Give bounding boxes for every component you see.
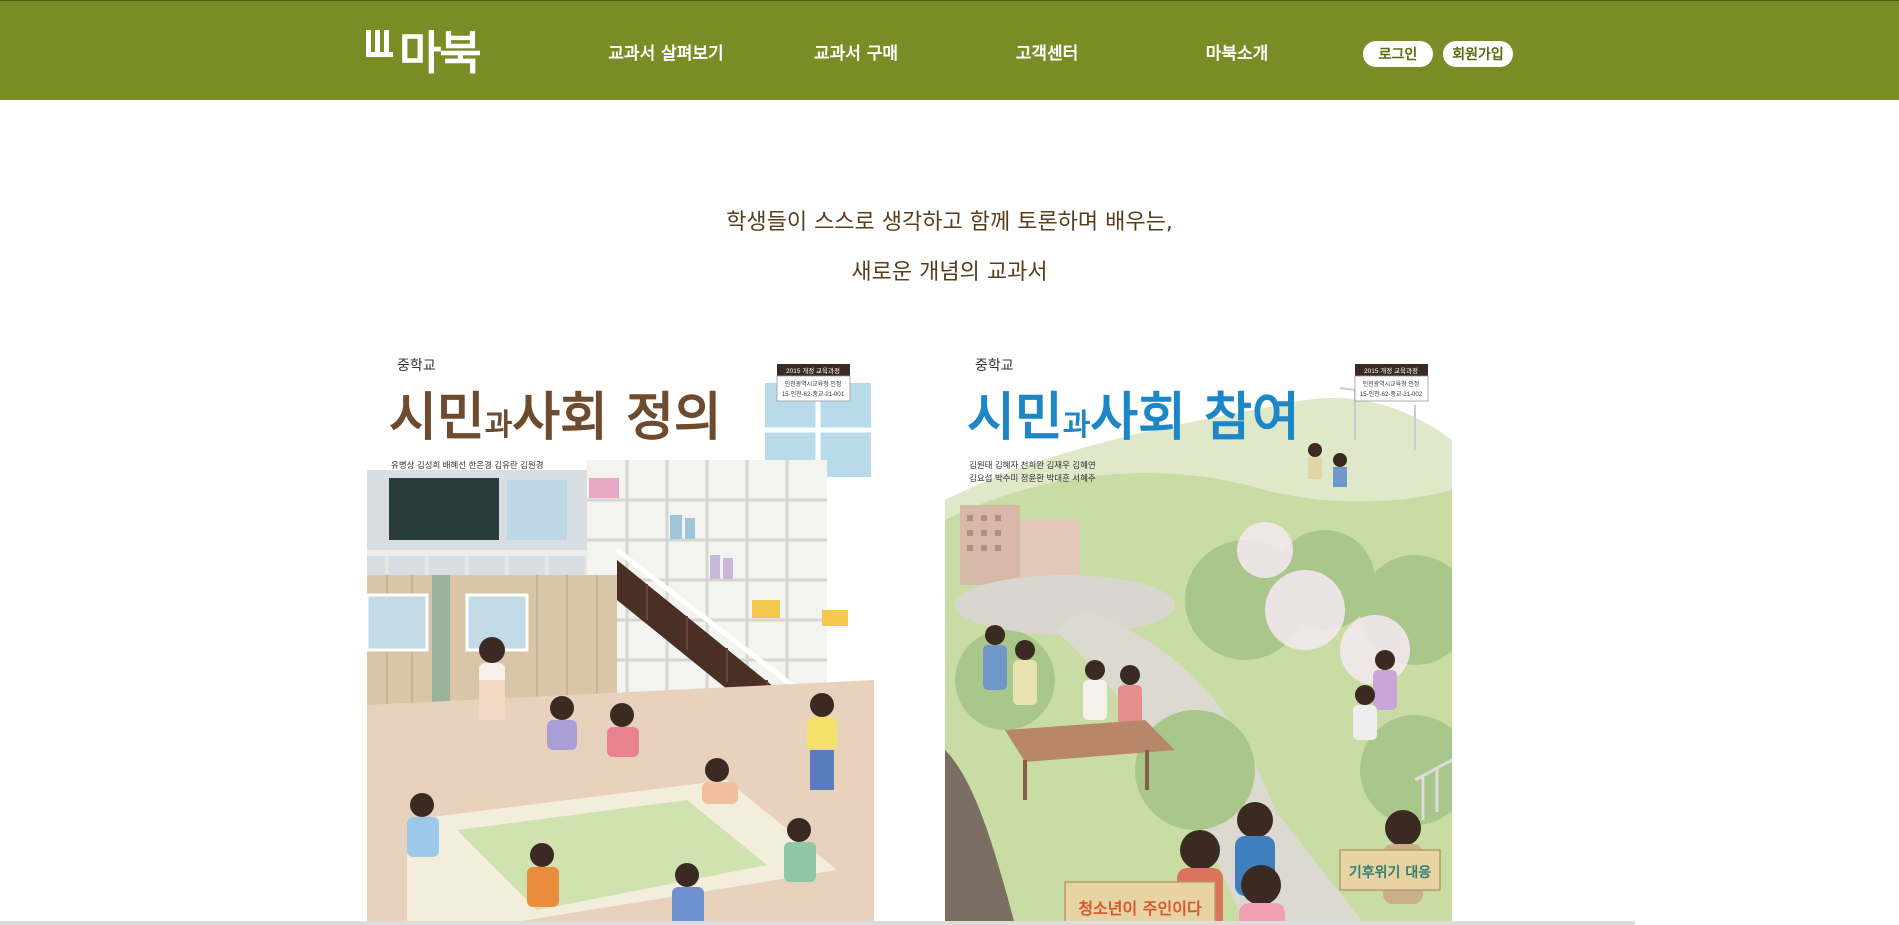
nav-textbook-browse[interactable]: 교과서 살펴보기 bbox=[608, 39, 723, 64]
book-cover-civic-justice[interactable]: 중학교 시민과사회 정의 유병상 김성희 배혜선 한은경 김유란 김원경 201… bbox=[367, 350, 874, 925]
book-title: 시민과사회 참여 bbox=[967, 388, 1300, 448]
tagline-line-1: 학생들이 스스로 생각하고 함께 토론하며 배우는, bbox=[726, 210, 1173, 235]
book-title: 시민과사회 정의 bbox=[389, 388, 722, 448]
protest-sign-text-1: 기후위기 대응 bbox=[1349, 865, 1431, 881]
signup-button[interactable]: 회원가입 bbox=[1443, 41, 1513, 67]
protest-sign-text-2: 청소년이 주인이다 bbox=[1078, 899, 1202, 918]
site-logo[interactable]: 마북 bbox=[366, 23, 482, 80]
book-level-label: 중학교 bbox=[397, 357, 436, 373]
book-authors: 유병상 김성희 배혜선 한은경 김유란 김원경 bbox=[391, 460, 544, 470]
curriculum-badge-title: 2015 개정 교육과정 bbox=[786, 366, 840, 375]
book-authors-line-2: 김요섭 박수미 정윤환 박대훈 서혜주 bbox=[969, 473, 1096, 483]
login-button[interactable]: 로그인 bbox=[1363, 41, 1433, 67]
curriculum-badge-line-1: 인천광역시교육청 인정 bbox=[1363, 380, 1420, 388]
curriculum-badge-line-2: 15-인천-62-중교-21-002 bbox=[1360, 390, 1423, 398]
horizontal-scrollbar[interactable] bbox=[0, 921, 1635, 925]
curriculum-badge-line-2: 15-인천-62-중교-21-001 bbox=[782, 390, 845, 398]
curriculum-badge-line-1: 인천광역시교육청 인정 bbox=[785, 380, 842, 388]
nav-about-mabook[interactable]: 마북소개 bbox=[1206, 39, 1269, 64]
logo-mark-icon bbox=[366, 30, 393, 57]
curriculum-badge-title: 2015 개정 교육과정 bbox=[1364, 366, 1418, 375]
book-authors-line-1: 김원태 김혜자 천희완 김재우 김혜연 bbox=[969, 460, 1096, 470]
nav-customer-center[interactable]: 고객센터 bbox=[1016, 39, 1079, 64]
tagline-line-2: 새로운 개념의 교과서 bbox=[851, 260, 1048, 285]
book-cover-illustration: 기후위기 대응 청소년이 주인이다 중학교 시민과사회 참여 김원태 김혜자 천… bbox=[945, 350, 1452, 925]
book-cover-civic-participation[interactable]: 기후위기 대응 청소년이 주인이다 중학교 시민과사회 참여 김원태 김혜자 천… bbox=[945, 350, 1452, 925]
book-level-label: 중학교 bbox=[975, 357, 1014, 373]
site-header: 마북 교과서 살펴보기 교과서 구매 고객센터 마북소개 로그인 회원가입 bbox=[0, 0, 1899, 100]
book-cover-illustration: 중학교 시민과사회 정의 유병상 김성희 배혜선 한은경 김유란 김원경 201… bbox=[367, 350, 874, 925]
nav-textbook-purchase[interactable]: 교과서 구매 bbox=[814, 39, 898, 64]
logo-text: 마북 bbox=[399, 26, 482, 80]
